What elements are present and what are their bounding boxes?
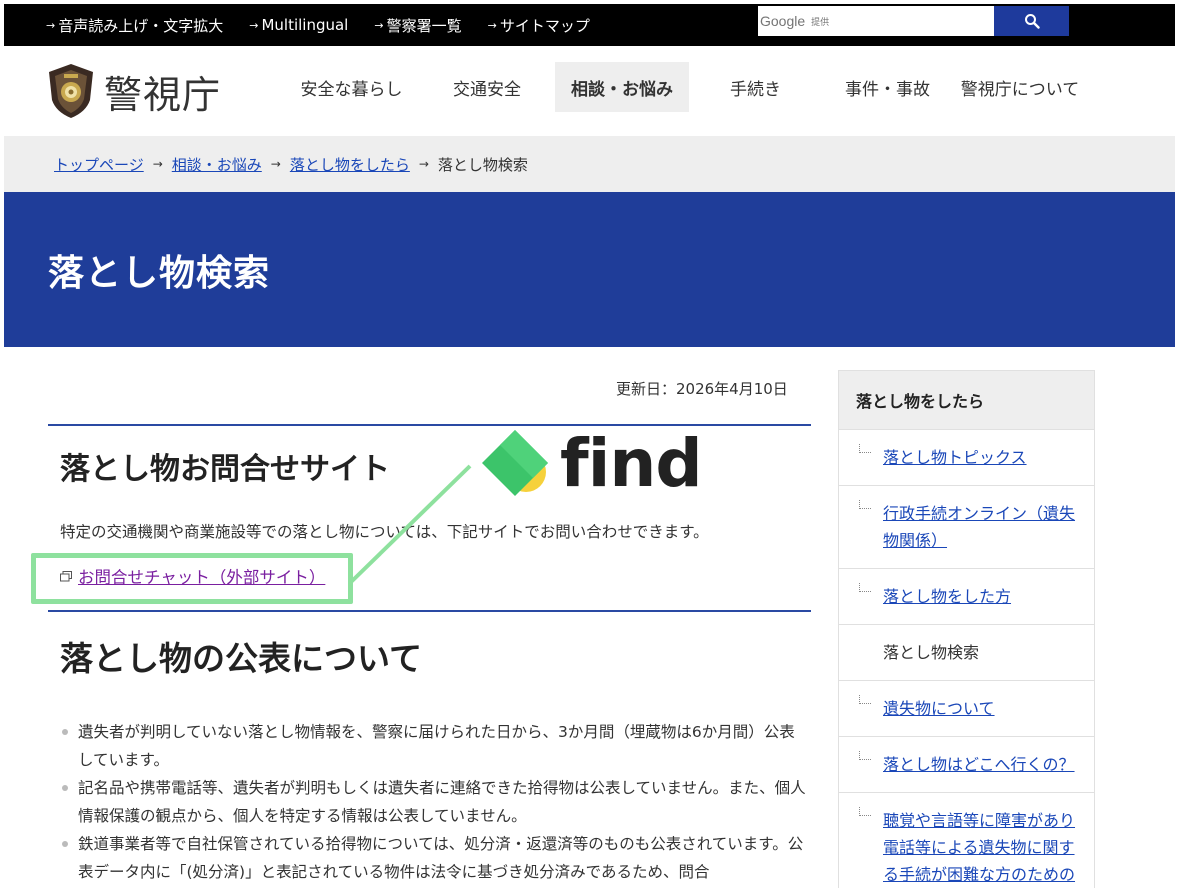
tree-branch-icon (859, 583, 871, 592)
tree-branch-icon (859, 500, 871, 509)
sidebar-heading: 落とし物をしたら (838, 370, 1095, 430)
inquiry-chat-link-label: お問合せチャット（外部サイト） (78, 568, 326, 587)
section-title-publication: 落とし物の公表について (60, 639, 423, 678)
sidebar-item-lost-owners[interactable]: 落とし物をした方 (838, 569, 1095, 625)
sidebar-item-topics[interactable]: 落とし物トピックス (838, 430, 1095, 486)
list-item: 記名品や携帯電話等、遺失者が判明もしくは遺失者に連絡できた拾得物は公表していませ… (60, 774, 810, 830)
sidebar-item-online-procedures[interactable]: 行政手続オンライン（遺失物関係） (838, 486, 1095, 569)
tree-branch-icon (859, 751, 871, 760)
sidebar: 落とし物をしたら 落とし物トピックス 行政手続オンライン（遺失物関係） 落とし物… (838, 370, 1095, 888)
publication-list: 遺失者が判明していない落とし物情報を、警察に届けられた日から、3か月間（埋蔵物は… (60, 718, 810, 886)
list-item: 鉄道事業者等で自社保管されている拾得物については、処分済・返還済等のものも公表さ… (60, 830, 810, 886)
sidebar-item-lost-search-current: 落とし物検索 (838, 625, 1095, 681)
inquiry-chat-link[interactable]: お問合せチャット（外部サイト） (60, 564, 325, 588)
list-item: 遺失者が判明していない落とし物情報を、警察に届けられた日から、3か月間（埋蔵物は… (60, 718, 810, 774)
sidebar-item-about-lost-items[interactable]: 遺失物について (838, 681, 1095, 737)
tree-branch-icon (859, 695, 871, 704)
section-divider (48, 610, 811, 612)
tree-branch-icon (859, 807, 871, 816)
browser-frame: → 音声読み上げ・文字拡大 → Multilingual → 警察署一覧 → サイトマッ… (4, 4, 1175, 888)
sidebar-item-accessibility-box[interactable]: 聴覚や言語等に障害があり電話等による遺失物に関する手続が困難な方のための窓口（遺… (838, 793, 1095, 888)
external-window-icon (60, 570, 72, 581)
sidebar-item-where-items-go[interactable]: 落とし物はどこへ行くの？ (838, 737, 1095, 793)
tree-branch-icon (859, 444, 871, 453)
